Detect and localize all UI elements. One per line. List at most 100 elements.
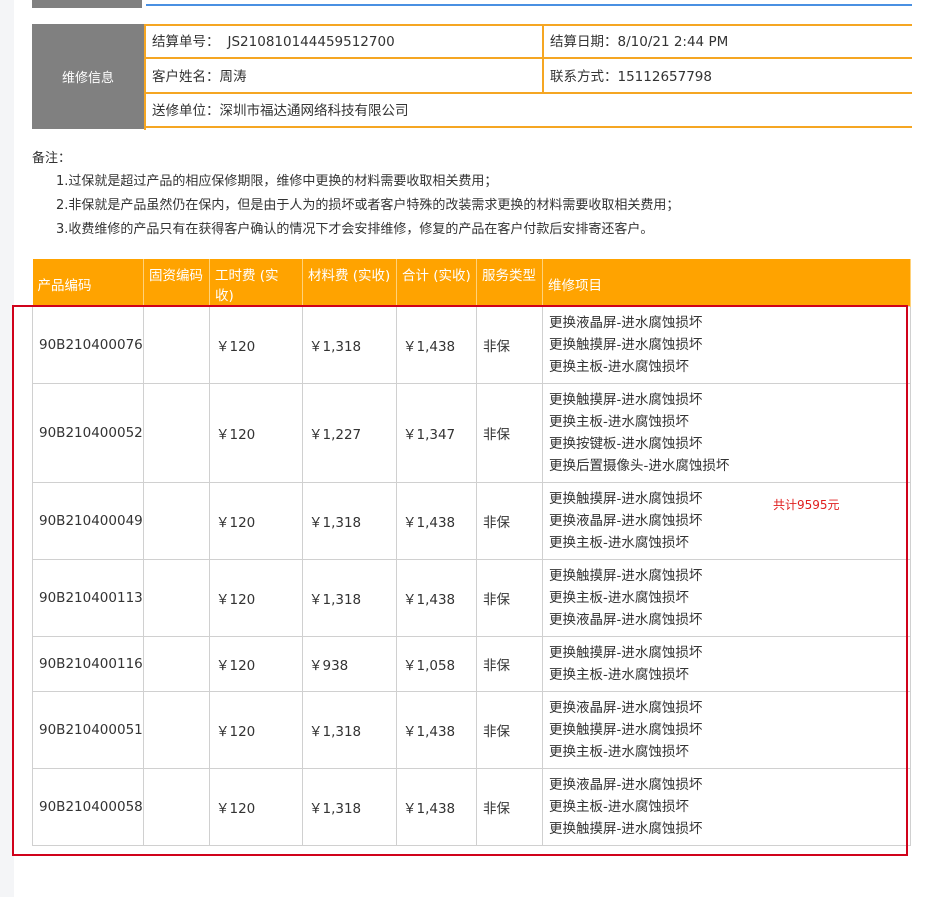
header-labor-fee: 工时费 (实收) xyxy=(209,259,303,307)
repair-item: 更换触摸屏-进水腐蚀损坏 xyxy=(549,645,703,661)
asset-code-cell xyxy=(143,482,210,560)
settlement-date-value: 8/10/21 2:44 PM xyxy=(617,34,729,50)
repair-item: 更换主板-进水腐蚀损坏 xyxy=(549,414,689,430)
product-code-cell: 90B210400049 xyxy=(32,482,144,560)
settlement-no-value: JS210810144459512700 xyxy=(227,34,395,50)
service-type-cell: 非保 xyxy=(476,768,543,846)
repair-item: 更换触摸屏-进水腐蚀损坏 xyxy=(549,392,703,408)
asset-code-cell xyxy=(143,306,210,384)
settlement-date-label: 结算日期： xyxy=(550,34,618,50)
asset-code-cell xyxy=(143,691,210,769)
product-code-cell: 90B210400116 xyxy=(32,636,144,692)
note-line: 3.收费维修的产品只有在获得客户确认的情况下才会安排维修，修复的产品在客户付款后… xyxy=(56,222,654,237)
total-cell: ￥1,438 xyxy=(396,482,477,560)
repair-item: 更换主板-进水腐蚀损坏 xyxy=(549,590,689,606)
repair-item: 更换液晶屏-进水腐蚀损坏 xyxy=(549,777,703,793)
product-code-cell: 90B210400113 xyxy=(32,559,144,637)
table-row: 90B210400052 ￥120 ￥1,227 ￥1,347 非保 更换触摸屏-进水腐蚀… xyxy=(32,383,911,483)
repair-item: 更换液晶屏-进水腐蚀损坏 xyxy=(549,612,703,628)
repair-info-block: 维修信息 结算单号： JS210810144459512700 结算日期：8/10… xyxy=(32,24,912,130)
material-fee-cell: ￥1,318 xyxy=(302,559,397,637)
top-gray-bar xyxy=(32,0,142,8)
product-code-cell: 90B210400052 xyxy=(32,383,144,483)
labor-fee-cell: ￥120 xyxy=(209,383,303,483)
service-type-cell: 非保 xyxy=(476,559,543,637)
notes-heading: 备注： xyxy=(32,151,72,166)
labor-fee-cell: ￥120 xyxy=(209,768,303,846)
repair-items-cell: 更换触摸屏-进水腐蚀损坏 更换液晶屏-进水腐蚀损坏 更换主板-进水腐蚀损坏 xyxy=(542,482,911,560)
settlement-no-label: 结算单号： xyxy=(152,34,220,50)
product-code-cell: 90B210400076 xyxy=(32,306,144,384)
header-asset-code: 固资编码 xyxy=(143,259,210,307)
labor-fee-cell: ￥120 xyxy=(209,482,303,560)
repair-item: 更换主板-进水腐蚀损坏 xyxy=(549,799,689,815)
repair-table-wrapper: 产品编码 固资编码 工时费 (实收) 材料费 (实收) 合计 (实收) 服务类型… xyxy=(32,259,911,846)
labor-fee-cell: ￥120 xyxy=(209,691,303,769)
table-row: 90B210400049 ￥120 ￥1,318 ￥1,438 非保 更换触摸屏-进水腐蚀… xyxy=(32,482,911,560)
table-row: 90B210400058 ￥120 ￥1,318 ￥1,438 非保 更换液晶屏-进水腐蚀… xyxy=(32,768,911,846)
repair-item: 更换主板-进水腐蚀损坏 xyxy=(549,667,689,683)
material-fee-cell: ￥938 xyxy=(302,636,397,692)
repair-item: 更换触摸屏-进水腐蚀损坏 xyxy=(549,722,703,738)
total-cell: ￥1,058 xyxy=(396,636,477,692)
customer-label: 客户姓名： xyxy=(152,69,220,85)
repair-items-cell: 更换液晶屏-进水腐蚀损坏 更换触摸屏-进水腐蚀损坏 更换主板-进水腐蚀损坏 xyxy=(542,306,911,384)
labor-fee-cell: ￥120 xyxy=(209,306,303,384)
repair-item: 更换触摸屏-进水腐蚀损坏 xyxy=(549,821,703,837)
service-type-cell: 非保 xyxy=(476,383,543,483)
repair-table: 产品编码 固资编码 工时费 (实收) 材料费 (实收) 合计 (实收) 服务类型… xyxy=(32,259,911,846)
repair-item: 更换液晶屏-进水腐蚀损坏 xyxy=(549,700,703,716)
material-fee-cell: ￥1,318 xyxy=(302,768,397,846)
contact-cell: 联系方式：15112657798 xyxy=(544,61,912,94)
repair-item: 更换后置摄像头-进水腐蚀损坏 xyxy=(549,458,730,474)
header-material-fee: 材料费 (实收) xyxy=(302,259,397,307)
note-line: 1.过保就是超过产品的相应保修期限，维修中更换的材料需要收取相关费用； xyxy=(56,174,498,189)
total-cell: ￥1,438 xyxy=(396,691,477,769)
settlement-no-cell: 结算单号： JS210810144459512700 xyxy=(146,26,542,59)
product-code-cell: 90B210400058 xyxy=(32,768,144,846)
material-fee-cell: ￥1,227 xyxy=(302,383,397,483)
table-row: 90B210400113 ￥120 ￥1,318 ￥1,438 非保 更换触摸屏-进水腐蚀… xyxy=(32,559,911,637)
repair-items-cell: 更换触摸屏-进水腐蚀损坏 更换主板-进水腐蚀损坏 更换液晶屏-进水腐蚀损坏 xyxy=(542,559,911,637)
unit-cell: 送修单位：深圳市福达通网络科技有限公司 xyxy=(146,95,912,128)
repair-item: 更换主板-进水腐蚀损坏 xyxy=(549,359,689,375)
repair-item: 更换按键板-进水腐蚀损坏 xyxy=(549,436,703,452)
header-repair-items: 维修项目 xyxy=(542,259,911,307)
material-fee-cell: ￥1,318 xyxy=(302,306,397,384)
repair-item: 更换液晶屏-进水腐蚀损坏 xyxy=(549,315,703,331)
contact-value: 15112657798 xyxy=(617,69,712,85)
product-code-cell: 90B210400051 xyxy=(32,691,144,769)
unit-label: 送修单位： xyxy=(152,103,220,119)
customer-value: 周涛 xyxy=(219,69,247,85)
total-cell: ￥1,438 xyxy=(396,768,477,846)
top-blue-line xyxy=(146,4,912,6)
repair-info-label: 维修信息 xyxy=(32,24,144,129)
table-row: 90B210400076 ￥120 ￥1,318 ￥1,438 非保 更换液晶屏-进水腐蚀… xyxy=(32,306,911,384)
header-service-type: 服务类型 xyxy=(476,259,543,307)
service-type-cell: 非保 xyxy=(476,306,543,384)
contact-label: 联系方式： xyxy=(550,69,618,85)
repair-items-cell: 更换触摸屏-进水腐蚀损坏 更换主板-进水腐蚀损坏 更换按键板-进水腐蚀损坏更换后置摄… xyxy=(542,383,911,483)
asset-code-cell xyxy=(143,636,210,692)
header-total: 合计 (实收) xyxy=(396,259,477,307)
material-fee-cell: ￥1,318 xyxy=(302,482,397,560)
asset-code-cell xyxy=(143,559,210,637)
notes-section: 备注： 1.过保就是超过产品的相应保修期限，维修中更换的材料需要收取相关费用； … xyxy=(32,148,912,242)
asset-code-cell xyxy=(143,768,210,846)
service-type-cell: 非保 xyxy=(476,691,543,769)
labor-fee-cell: ￥120 xyxy=(209,559,303,637)
labor-fee-cell: ￥120 xyxy=(209,636,303,692)
left-rail xyxy=(0,0,14,897)
header-product-code: 产品编码 xyxy=(32,259,144,307)
total-cell: ￥1,438 xyxy=(396,306,477,384)
repair-items-cell: 更换液晶屏-进水腐蚀损坏 更换主板-进水腐蚀损坏 更换触摸屏-进水腐蚀损坏 xyxy=(542,768,911,846)
repair-items-cell: 更换触摸屏-进水腐蚀损坏 更换主板-进水腐蚀损坏 xyxy=(542,636,911,692)
repair-item: 更换触摸屏-进水腐蚀损坏 xyxy=(549,491,703,507)
unit-value: 深圳市福达通网络科技有限公司 xyxy=(219,103,409,119)
table-header-row: 产品编码 固资编码 工时费 (实收) 材料费 (实收) 合计 (实收) 服务类型… xyxy=(32,259,911,307)
service-type-cell: 非保 xyxy=(476,636,543,692)
total-cell: ￥1,438 xyxy=(396,559,477,637)
repair-item: 更换触摸屏-进水腐蚀损坏 xyxy=(549,568,703,584)
asset-code-cell xyxy=(143,383,210,483)
repair-item: 更换主板-进水腐蚀损坏 xyxy=(549,744,689,760)
